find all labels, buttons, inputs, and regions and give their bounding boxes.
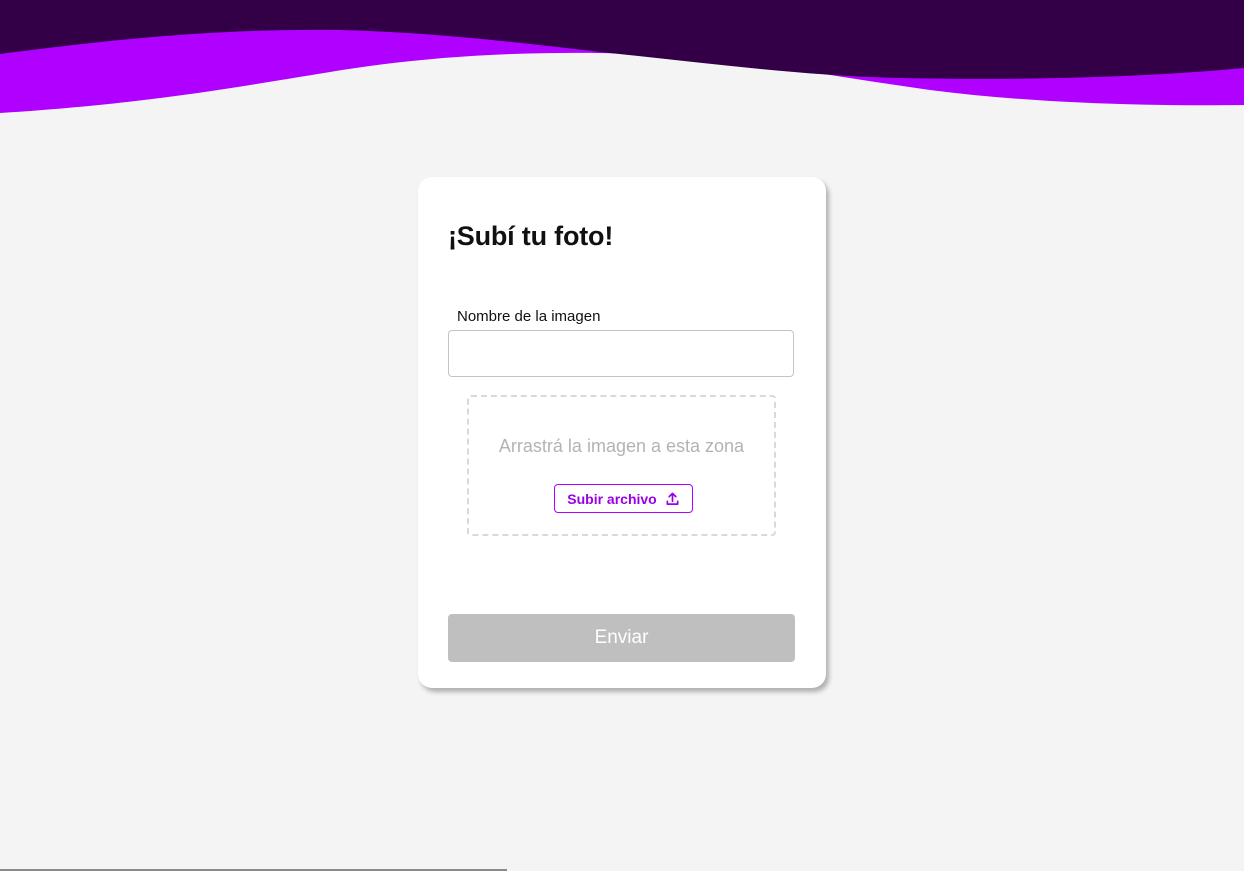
dropzone-hint: Arrastrá la imagen a esta zona (498, 436, 745, 456)
header-wave-decoration (0, 0, 1244, 113)
image-name-input[interactable] (448, 330, 794, 377)
page: ¡Subí tu foto! Nombre de la imagen Arras… (0, 0, 1244, 871)
submit-button[interactable]: Enviar (448, 614, 795, 662)
upload-file-button[interactable]: Subir archivo (554, 484, 693, 513)
image-name-label: Nombre de la imagen (457, 308, 601, 325)
card-title: ¡Subí tu foto! (448, 221, 614, 251)
image-dropzone[interactable]: Arrastrá la imagen a esta zona Subir arc… (467, 395, 776, 536)
upload-icon (666, 492, 679, 505)
upload-card: ¡Subí tu foto! Nombre de la imagen Arras… (418, 177, 826, 688)
upload-button-label: Subir archivo (567, 490, 657, 507)
